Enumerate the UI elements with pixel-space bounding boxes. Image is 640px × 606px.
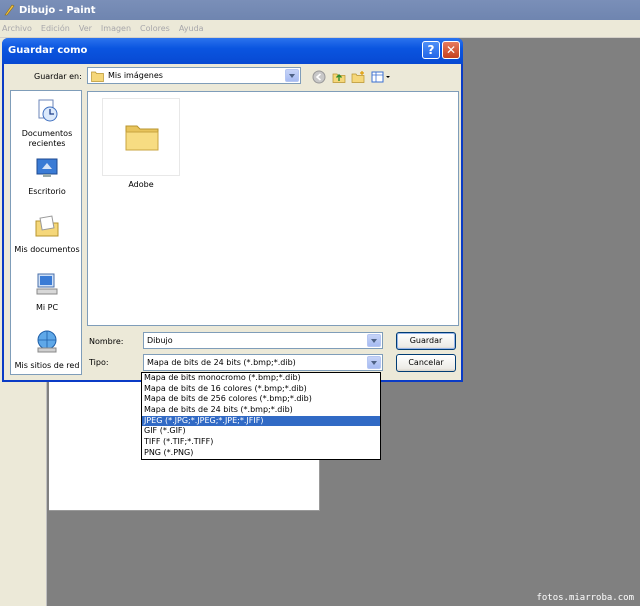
- recent-documents-icon: [38, 99, 58, 122]
- my-documents-icon: [35, 215, 59, 237]
- chevron-down-icon[interactable]: [285, 69, 299, 82]
- place-label: Mis documentos: [14, 245, 80, 254]
- save-in-value: Mis imágenes: [108, 71, 163, 80]
- my-computer-icon: [36, 273, 58, 295]
- dialog-title: Guardar como: [8, 45, 88, 56]
- chevron-down-icon[interactable]: [367, 356, 381, 369]
- watermark: fotos.miarroba.com: [536, 593, 634, 603]
- menu-ver[interactable]: Ver: [79, 24, 92, 33]
- desktop-icon: [36, 158, 58, 177]
- type-option-selected[interactable]: JPEG (*.JPG;*.JPEG;*.JPE;*.JFIF): [142, 415, 380, 427]
- type-option[interactable]: Mapa de bits de 256 colores (*.bmp;*.dib…: [142, 394, 380, 405]
- place-desktop[interactable]: Escritorio: [11, 155, 83, 197]
- type-option[interactable]: Mapa de bits monocromo (*.bmp;*.dib): [142, 373, 380, 384]
- paint-title: Dibujo - Paint: [19, 4, 96, 16]
- file-name-value: Dibujo: [147, 336, 173, 345]
- save-in-combo[interactable]: Mis imágenes: [87, 67, 301, 84]
- place-label: Mi PC: [35, 303, 59, 312]
- dialog-titlebar: Guardar como ? ✕: [2, 38, 463, 64]
- place-label: Escritorio: [28, 187, 66, 196]
- menu-colores[interactable]: Colores: [140, 24, 170, 33]
- new-folder-icon[interactable]: [351, 70, 365, 84]
- menu-edicion[interactable]: Edición: [41, 24, 70, 33]
- save-as-dialog: Guardar como ? ✕ Guardar en: Mis imágene…: [2, 38, 463, 382]
- file-type-value: Mapa de bits de 24 bits (*.bmp;*.dib): [147, 358, 296, 367]
- file-type-dropdown: Mapa de bits monocromo (*.bmp;*.dib) Map…: [141, 372, 381, 460]
- file-name-input[interactable]: Dibujo: [143, 332, 383, 349]
- views-menu-icon[interactable]: [371, 70, 391, 84]
- place-network-places[interactable]: Mis sitios de red: [11, 329, 83, 371]
- place-my-documents[interactable]: Mis documentos: [11, 213, 83, 255]
- file-list-pane[interactable]: Adobe: [87, 91, 459, 326]
- name-label: Nombre:: [89, 337, 124, 346]
- folder-icon: [125, 125, 159, 151]
- type-option[interactable]: Mapa de bits de 24 bits (*.bmp;*.dib): [142, 405, 380, 416]
- file-type-select[interactable]: Mapa de bits de 24 bits (*.bmp;*.dib): [143, 354, 383, 371]
- save-button[interactable]: Guardar: [396, 332, 456, 350]
- place-label: Mis sitios de red: [14, 361, 80, 370]
- place-recent-documents[interactable]: Documentos recientes: [11, 97, 83, 149]
- type-option[interactable]: GIF (*.GIF): [142, 426, 380, 437]
- back-icon[interactable]: [312, 70, 326, 84]
- network-places-icon: [37, 330, 57, 353]
- paint-app-icon: [4, 4, 15, 16]
- menu-ayuda[interactable]: Ayuda: [179, 24, 204, 33]
- places-bar: Documentos recientes Escritorio Mis docu…: [10, 90, 82, 375]
- close-button[interactable]: ✕: [442, 41, 460, 59]
- type-option[interactable]: Mapa de bits de 16 colores (*.bmp;*.dib): [142, 384, 380, 395]
- place-my-computer[interactable]: Mi PC: [11, 271, 83, 313]
- menu-imagen[interactable]: Imagen: [101, 24, 131, 33]
- folder-label: Adobe: [128, 180, 154, 189]
- type-option[interactable]: TIFF (*.TIF;*.TIFF): [142, 437, 380, 448]
- type-option[interactable]: PNG (*.PNG): [142, 448, 380, 459]
- menu-archivo[interactable]: Archivo: [2, 24, 32, 33]
- folder-icon: [91, 71, 104, 82]
- save-in-label: Guardar en:: [34, 72, 82, 81]
- place-label: Documentos recientes: [21, 129, 73, 148]
- help-button[interactable]: ?: [422, 41, 440, 59]
- up-folder-icon[interactable]: [332, 70, 346, 84]
- paint-titlebar: Dibujo - Paint: [0, 0, 640, 20]
- chevron-down-icon[interactable]: [367, 334, 381, 347]
- folder-item-adobe[interactable]: [102, 98, 180, 176]
- type-label: Tipo:: [89, 358, 109, 367]
- cancel-button[interactable]: Cancelar: [396, 354, 456, 372]
- paint-menubar: Archivo Edición Ver Imagen Colores Ayuda: [0, 20, 640, 38]
